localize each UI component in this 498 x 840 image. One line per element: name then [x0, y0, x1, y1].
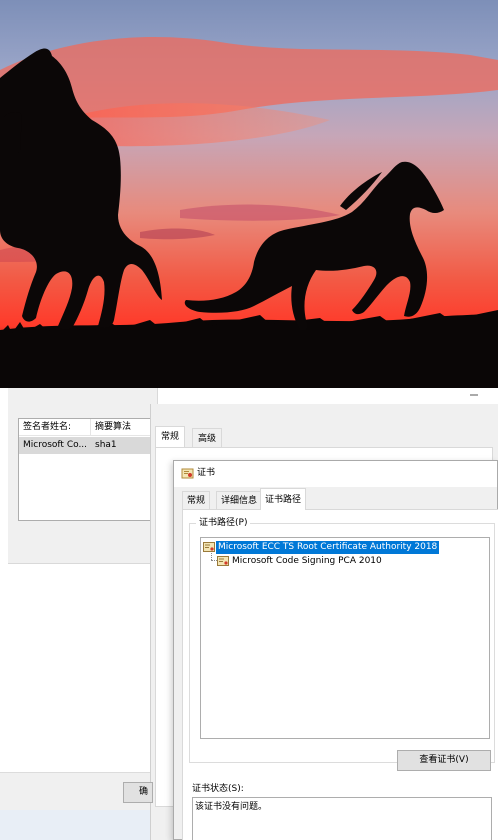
certificate-dialog: 证书 常规 详细信息 证书路径 证书路径(P) Microsoft ECC TS… [173, 460, 498, 840]
tree-item-root-ca[interactable]: Microsoft ECC TS Root Certificate Author… [203, 540, 440, 554]
tree-item-label: Microsoft ECC TS Root Certificate Author… [216, 540, 440, 554]
dialog-titlebar[interactable]: 证书 [174, 461, 497, 487]
certificate-icon [203, 542, 215, 552]
view-certificate-button[interactable]: 查看证书(V) [397, 750, 491, 771]
tab-general[interactable]: 常规 [182, 491, 211, 510]
digest-algorithm-cell: sha1 [95, 440, 117, 450]
certification-path-tree[interactable]: Microsoft ECC TS Root Certificate Author… [200, 537, 490, 739]
tab-advanced[interactable]: 高级 [192, 428, 223, 448]
tab-details[interactable]: 详细信息 [216, 491, 263, 510]
tree-item-signing-ca[interactable]: Microsoft Code Signing PCA 2010 [217, 554, 384, 568]
tree-item-label: Microsoft Code Signing PCA 2010 [232, 555, 382, 566]
tab-general[interactable]: 常规 [155, 426, 186, 448]
signature-row[interactable]: Microsoft Co... sha1 [19, 437, 152, 454]
properties-window-title-ghost [152, 390, 272, 400]
sunset-horses-wallpaper [0, 0, 498, 388]
digital-signatures-window: 签名者姓名: 摘要算法 Microsoft Co... sha1 [8, 388, 158, 564]
dialog-title: 证书 [197, 468, 216, 478]
certification-path-label: 证书路径(P) [196, 517, 251, 529]
minimize-icon[interactable] [470, 394, 478, 396]
taskbar-strip [0, 810, 150, 840]
certificate-status-text: 该证书没有问题。 [195, 802, 268, 812]
tab-certification-path[interactable]: 证书路径 [260, 488, 307, 510]
certificate-status-box[interactable]: 该证书没有问题。 [192, 797, 492, 840]
column-header-signer[interactable]: 签名者姓名: [19, 419, 91, 436]
ok-button-partial[interactable]: 确 [123, 782, 153, 803]
signature-list-header: 签名者姓名: 摘要算法 [19, 419, 152, 436]
certificate-status-label: 证书状态(S): [192, 784, 244, 794]
signer-name-cell: Microsoft Co... [23, 440, 88, 450]
certificate-icon [181, 468, 194, 479]
signature-list[interactable]: 签名者姓名: 摘要算法 Microsoft Co... sha1 [18, 418, 153, 521]
certificate-icon [217, 556, 229, 566]
desktop-area: 签名者姓名: 摘要算法 Microsoft Co... sha1 常规 高级 确… [0, 388, 498, 840]
column-header-digest[interactable]: 摘要算法 [91, 419, 151, 436]
